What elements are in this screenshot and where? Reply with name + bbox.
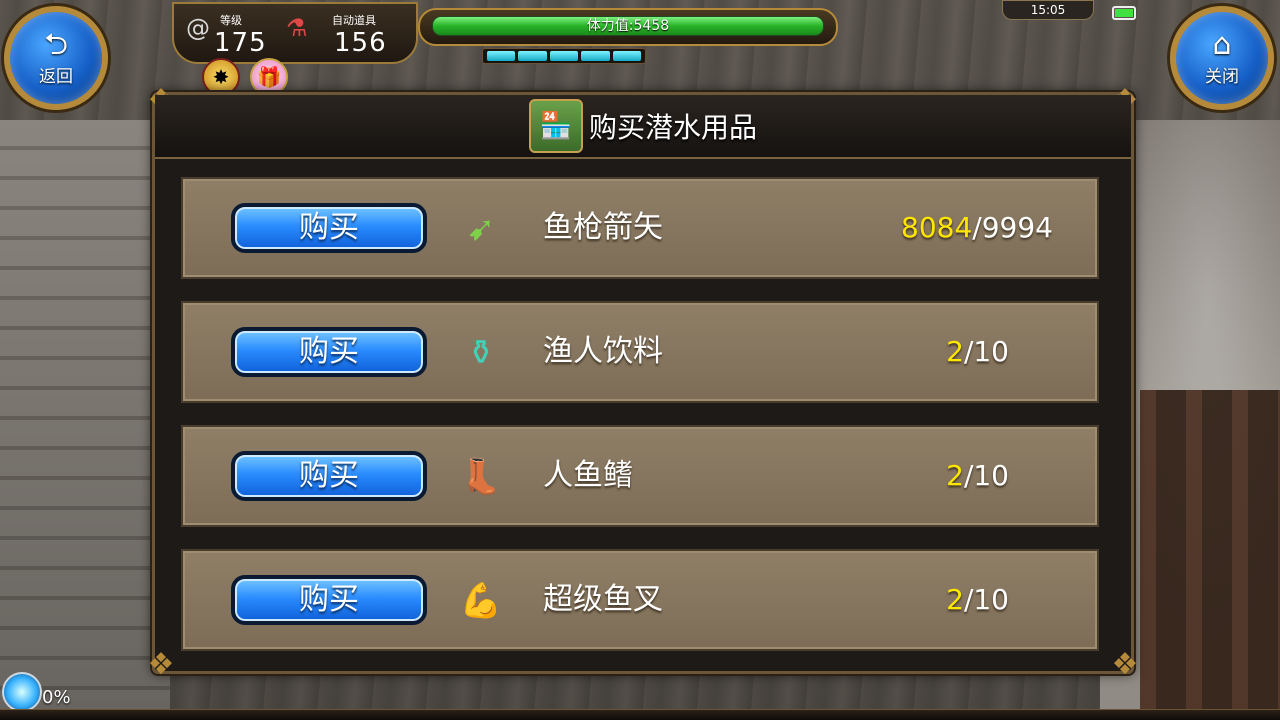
- item-count: 2/10: [946, 303, 1009, 401]
- auto-items-label: 自动道具: [332, 14, 376, 27]
- buy-button[interactable]: 购买: [231, 327, 427, 377]
- battery-fill: [1115, 9, 1133, 17]
- level-value: 175: [214, 28, 267, 58]
- corner-ornament-icon: ❖: [1111, 647, 1139, 682]
- item-count-total: /10: [963, 335, 1009, 368]
- battery-icon: [1112, 6, 1136, 20]
- gift-icon[interactable]: 🎁: [250, 58, 288, 96]
- item-count-current: 8084: [901, 211, 973, 244]
- list-item: 购买 ⚱ 渔人饮料 2/10: [181, 301, 1099, 403]
- item-count: 2/10: [946, 427, 1009, 525]
- boot-icon: 👢: [459, 457, 503, 497]
- back-button[interactable]: ⮌ 返回: [4, 6, 108, 110]
- energy-segment: [487, 51, 516, 61]
- energy-segment: [549, 51, 579, 61]
- clock: 15:05: [1002, 0, 1094, 20]
- item-name: 人鱼鳍: [543, 458, 633, 493]
- item-count-total: /10: [963, 459, 1009, 492]
- buy-button[interactable]: 购买: [231, 575, 427, 625]
- shop-stall-icon: 🏪: [528, 99, 583, 153]
- dialog-title-bar: 🏪 购买潜水用品: [155, 95, 1131, 159]
- scene-background-left: [0, 120, 170, 720]
- item-name: 鱼枪箭矢: [543, 210, 663, 245]
- buy-button[interactable]: 购买: [231, 451, 427, 501]
- item-count-current: 2: [946, 459, 964, 492]
- item-list: 购买 ➹ 鱼枪箭矢 8084/9994 购买 ⚱ 渔人饮料 2/10 购买 👢 …: [181, 177, 1099, 651]
- potion-flask-icon: ⚗: [286, 14, 308, 42]
- list-item: 购买 ➹ 鱼枪箭矢 8084/9994: [181, 177, 1099, 279]
- home-icon: ⌂: [1212, 26, 1232, 62]
- energy-segments: [482, 48, 646, 64]
- item-count: 8084/9994: [901, 179, 1053, 277]
- stamina-bar-frame: 体力值:5458: [418, 8, 838, 46]
- level-label: 等级: [220, 14, 242, 27]
- energy-segment: [581, 51, 610, 61]
- auto-items-value: 156: [334, 28, 387, 58]
- item-name: 渔人饮料: [543, 334, 663, 369]
- player-stats-panel: @ 等级 175 ⚗ 自动道具 156: [172, 2, 418, 64]
- item-count-current: 2: [946, 583, 964, 616]
- muscle-icon: 💪: [459, 581, 503, 621]
- item-name: 超级鱼叉: [543, 582, 663, 617]
- item-count-current: 2: [946, 335, 964, 368]
- energy-segment: [518, 51, 547, 61]
- loading-spinner-icon: [2, 672, 42, 712]
- stamina-bar: 体力值:5458: [432, 16, 824, 36]
- corner-ornament-icon: ❖: [147, 647, 175, 682]
- dialog-title: 购买潜水用品: [588, 111, 757, 144]
- shop-dialog: ❖ ❖ ❖ ❖ 🏪 购买潜水用品 购买 ➹ 鱼枪箭矢 8084/9994 购买 …: [148, 83, 1139, 682]
- back-arrow-icon: ⮌: [43, 26, 69, 62]
- item-count-total: /9994: [972, 211, 1053, 244]
- level-swirl-icon: @: [186, 14, 210, 42]
- item-count: 2/10: [946, 551, 1009, 649]
- list-item: 购买 💪 超级鱼叉 2/10: [181, 549, 1099, 651]
- clock-text: 15:05: [1030, 3, 1066, 17]
- energy-segment: [612, 51, 642, 61]
- back-label: 返回: [39, 66, 73, 87]
- item-count-total: /10: [963, 583, 1009, 616]
- bottom-progress-bar: [0, 709, 1280, 720]
- buy-button[interactable]: 购买: [231, 203, 427, 253]
- potion-icon: ⚱: [466, 333, 496, 373]
- scene-railing: [1140, 390, 1280, 720]
- list-item: 购买 👢 人鱼鳍 2/10: [181, 425, 1099, 527]
- stamina-text: 体力值:5458: [586, 18, 670, 34]
- close-button[interactable]: ⌂ 关闭: [1170, 6, 1274, 110]
- arrow-icon: ➹: [466, 209, 496, 249]
- progress-text: 0%: [42, 687, 71, 708]
- medal-icon[interactable]: ✸: [202, 58, 240, 96]
- close-label: 关闭: [1205, 66, 1239, 87]
